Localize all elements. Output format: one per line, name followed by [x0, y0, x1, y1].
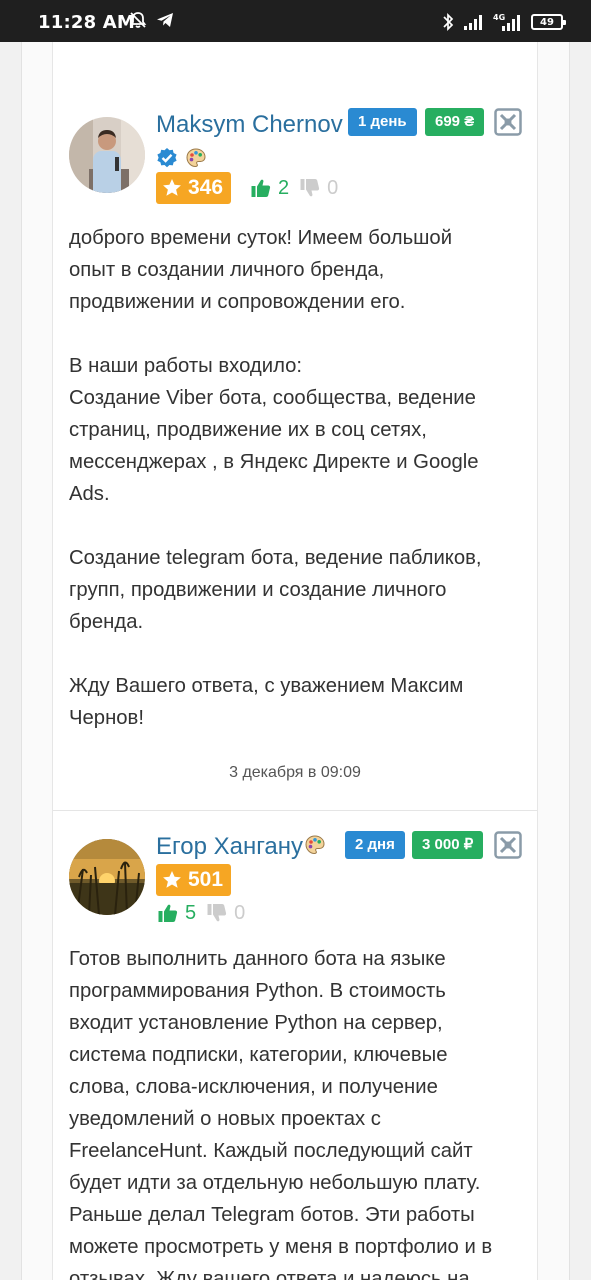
- term-badge: 1 день: [348, 108, 417, 136]
- avatar[interactable]: [69, 839, 145, 915]
- freelancer-name[interactable]: Егор Хангану: [156, 833, 303, 861]
- palette-icon: [305, 835, 325, 855]
- message-line: опыт в создании личного бренда,: [69, 259, 385, 281]
- message-line: страниц, продвижение их в соц сетях,: [69, 419, 427, 441]
- thumbs-down-icon[interactable]: [206, 902, 228, 924]
- message-line: входит установление Python на сервер,: [69, 1012, 443, 1034]
- battery-level: 49: [540, 16, 554, 28]
- thumbs-up-icon[interactable]: [157, 902, 179, 924]
- message-line: система подписки, категории, ключевые: [69, 1044, 448, 1066]
- dislikes-count: 0: [234, 901, 246, 924]
- likes-count: 2: [278, 176, 290, 199]
- thumbs-up-icon[interactable]: [250, 177, 272, 199]
- votes: 5 0: [157, 899, 245, 927]
- price-badge: 699 ₴: [425, 108, 485, 136]
- bluetooth-icon: [443, 12, 454, 32]
- rating-value: 501: [188, 868, 224, 891]
- verified-icon: [157, 148, 177, 168]
- bid-message: Готов выполнить данного бота на языке пр…: [69, 943, 519, 1280]
- signal-4g-icon: 4G: [493, 13, 520, 31]
- freelancer-name[interactable]: Maksym Chernov: [156, 111, 343, 139]
- message-line: FreelanceHunt. Каждый последующий сайт: [69, 1140, 473, 1162]
- battery-icon: 49: [531, 14, 566, 30]
- rating-badge: 346: [156, 172, 232, 204]
- message-line: слова, слова-исключения, и получение: [69, 1076, 438, 1098]
- message-line: доброго времени суток! Имеем большой: [69, 227, 453, 249]
- palette-icon: [186, 148, 206, 168]
- network-label: 4G: [493, 13, 505, 22]
- likes-count: 5: [185, 901, 197, 924]
- avatar[interactable]: [69, 117, 145, 193]
- message-line: отзывах. Жду вашего ответа и надеюсь на: [69, 1268, 470, 1280]
- status-time: 11:28 AM: [38, 12, 136, 33]
- signal-icon: [464, 15, 482, 30]
- dislikes-count: 0: [327, 176, 339, 199]
- message-line: Создание telegram бота, ведение пабликов…: [69, 547, 482, 569]
- telegram-icon: [157, 13, 173, 27]
- message-line: Жду Вашего ответа, с уважением Максим: [69, 675, 464, 697]
- bid-item: Maksym Chernov 1 день 699 ₴ 346 2 0 добр…: [53, 42, 537, 812]
- message-line: уведомлений о новых проектах с: [69, 1108, 381, 1130]
- bid-item: Егор Хангану 2 дня 3 000 ₽ 501 5 0 Готов…: [53, 811, 537, 1280]
- safe-deal-icon: [494, 108, 522, 136]
- message-line: Раньше делал Telegram ботов. Эти работы: [69, 1204, 475, 1226]
- message-line: Ads.: [69, 483, 110, 505]
- thumbs-down-icon[interactable]: [299, 177, 321, 199]
- message-line: программирования Python. В стоимость: [69, 980, 446, 1002]
- safe-deal-icon: [494, 831, 522, 859]
- star-icon: [163, 179, 181, 196]
- message-line: мессенджерах , в Яндекс Директе и Google: [69, 451, 479, 473]
- status-right: 4G 49: [441, 10, 566, 34]
- message-line: В наши работы входило:: [69, 355, 303, 377]
- price-badge: 3 000 ₽: [412, 831, 484, 859]
- page-gutter-right: [569, 42, 591, 1280]
- votes: 2 0: [250, 174, 338, 202]
- bid-message: доброго времени суток! Имеем большой опы…: [69, 222, 519, 734]
- mute-bell-icon: [129, 12, 147, 28]
- avatar-photo: [69, 117, 145, 193]
- star-icon: [163, 871, 181, 888]
- message-line: продвижении и сопровождении его.: [69, 291, 406, 313]
- avatar-photo: [69, 839, 145, 915]
- message-line: можете просмотреть у меня в портфолио и …: [69, 1236, 493, 1258]
- status-bar: 11:28 AM 4G 49: [0, 0, 591, 42]
- page-gutter-left: [0, 42, 22, 1280]
- bid-date: 3 декабря в 09:09: [229, 764, 361, 781]
- rating-badge: 501: [156, 864, 232, 896]
- message-line: Создание Viber бота, сообщества, ведение: [69, 387, 476, 409]
- message-line: будет идти за отдельную небольшую плату.: [69, 1172, 481, 1194]
- rating-value: 346: [188, 176, 224, 199]
- message-line: групп, продвижении и создание личного: [69, 579, 447, 601]
- message-line: Чернов!: [69, 707, 144, 729]
- term-badge: 2 дня: [345, 831, 405, 859]
- message-line: Готов выполнить данного бота на языке: [69, 948, 446, 970]
- message-line: бренда.: [69, 611, 144, 633]
